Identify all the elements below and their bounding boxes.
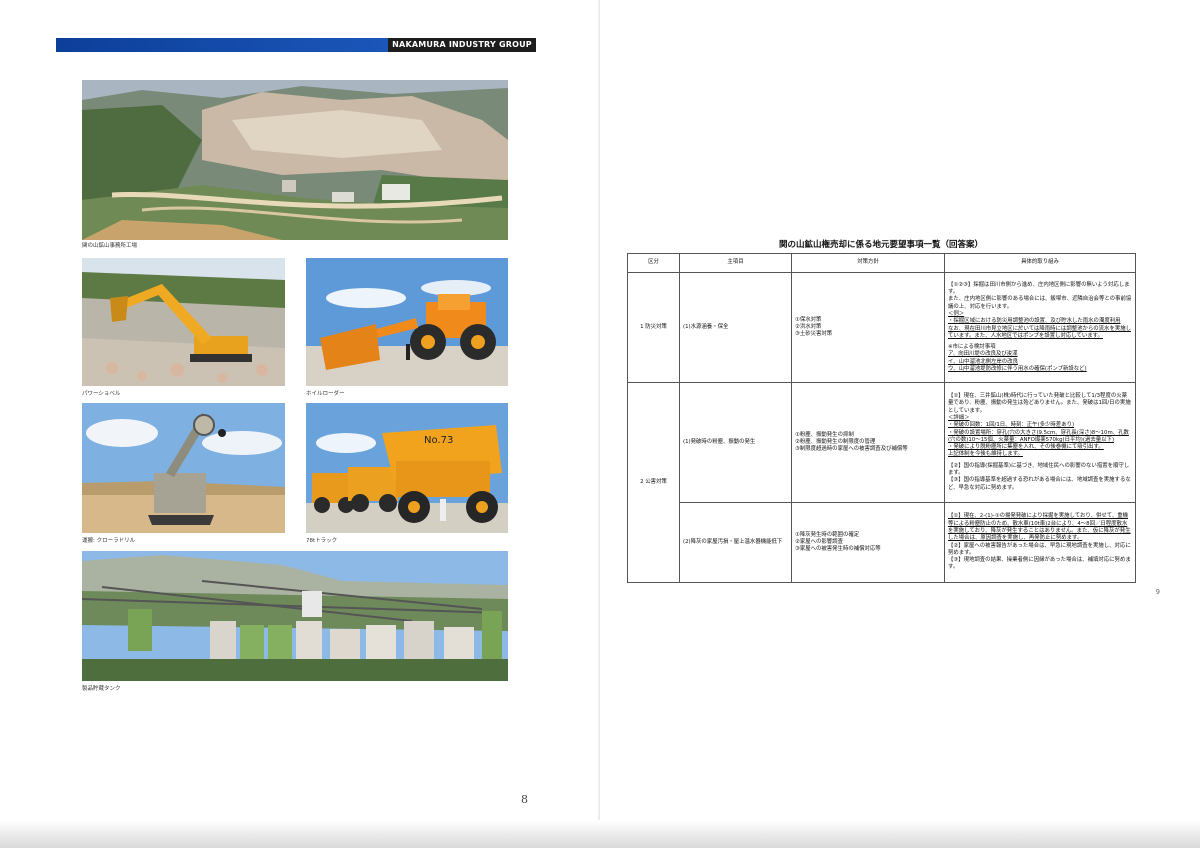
header-bar: NAKAMURA INDUSTRY GROUP	[56, 38, 536, 52]
table-row: 1 防災対策 (1)水源涵養・保全 ①保水対策 ②洪水対策 ③土砂災害対策 【①…	[627, 272, 1136, 383]
detail-cell: 【①】現在、2-(1)-①の揚発発破により採掘を実施しており、併せて、重機等によ…	[944, 502, 1136, 583]
photo-quarry-aerial	[82, 80, 508, 240]
page-bottom-shadow	[0, 820, 1200, 848]
policy-line: ①降灰発生時の範囲の確定	[795, 531, 860, 538]
group-name: NAKAMURA INDUSTRY GROUP	[388, 38, 536, 52]
detail-line: ・発破の回数：1回/1日、時刻：正午(多少時差あり)	[948, 422, 1075, 429]
policy-line: ③制限度超過時の家屋への被害調査及び補償等	[795, 446, 908, 453]
page-number-left: 8	[521, 793, 528, 806]
photo-dump-truck: No.73	[306, 403, 508, 533]
request-table: 区分 主項目 対策方針 具体的取り組み 1 防災対策 (1)水源涵養・保全 ①保…	[627, 253, 1136, 583]
photo-storage-tanks	[82, 551, 508, 681]
table-row: 2 公害対策 (1)発破時の粉塵、振動の発生 ①粉塵、振動発生の抑制 ②粉塵、振…	[627, 382, 1136, 583]
policy-line: ①粉塵、振動発生の抑制	[795, 431, 854, 438]
policy-line: ③土砂災害対策	[795, 331, 833, 338]
column-header: 対策方針	[791, 253, 945, 273]
photo-power-shovel	[82, 258, 285, 386]
policy-line: ③家屋への被害発生時の補償対応等	[795, 546, 881, 553]
detail-line: 上記体制を今後も維持します。	[948, 451, 1023, 458]
item-cell: (2)降灰の家屋汚損・屋上温水器機能低下	[679, 502, 792, 583]
photo-caption: ホイルローダー	[306, 391, 345, 397]
photo-caption: 78tトラック	[306, 538, 338, 544]
column-header: 区分	[627, 253, 680, 273]
detail-line: ア、向田川堤の改良及び浚渫	[948, 351, 1018, 358]
detail-line: 【①】現在、2-(1)-①の揚発発破により採掘を実施しており、併せて、重機等によ…	[948, 513, 1131, 542]
category-cell: 2 公害対策	[627, 382, 680, 583]
policy-cell: ①降灰発生時の範囲の確定 ②家屋への影響調査 ③家屋への被害発生時の補償対応等	[791, 502, 945, 583]
category-cell: 1 防災対策	[627, 272, 680, 383]
header-blue-band	[56, 38, 388, 52]
policy-line: ①保水対策	[795, 316, 822, 323]
detail-line: 【①】現在、三井鉱山(株)時代に行っていた発破と比較して1/3程度の火薬量であり…	[948, 393, 1131, 414]
detail-line: なお、現在田川市見立地区に於いては降雨時には調整池からの流水を実施しています。ま…	[948, 325, 1132, 339]
page-number-right: 9	[1156, 589, 1160, 596]
policy-cell: ①保水対策 ②洪水対策 ③土砂災害対策	[791, 272, 945, 383]
photo-caption: 製品貯蔵タンク	[82, 686, 121, 692]
detail-line: 【①②③】採掘は田川市側から進め、庄内地区側に影響の無いよう対応します。	[948, 281, 1130, 296]
left-page: NAKAMURA INDUSTRY GROUP 関の山鉱山事務所工場 パワーショ…	[0, 0, 600, 848]
detail-line: イ、山中溜池北側左岸の改良	[948, 358, 1018, 365]
detail-cell: 【①②③】採掘は田川市側から進め、庄内地区側に影響の無いよう対応します。 また、…	[944, 272, 1136, 383]
photo-caption: 運搬: クローラドリル	[82, 538, 136, 544]
item-cell: (1)発破時の粉塵、振動の発生	[679, 382, 792, 503]
policy-cell: ①粉塵、振動発生の抑制 ②粉塵、振動発生の制限度の管理 ③制限度超過時の家屋への…	[791, 382, 945, 503]
detail-line: 【③】現地調査の結果、操業者側に因縁があった場合は、補填対応に努めます。	[948, 557, 1131, 571]
photo-caption: 関の山鉱山事務所工場	[82, 243, 138, 249]
detail-line: 【②】国の指導(採掘基準)に基づき、地域住民への影響のない措置を順守します。	[948, 462, 1130, 477]
table-title: 関の山鉱山権売却に係る地元要望事項一覧（回答案）	[778, 240, 983, 250]
detail-line: ・採掘区域における防災用調整池の設置、及び貯水した雨水の濁度利用	[948, 318, 1121, 325]
detail-line: また、庄内地区側に影響のある場合には、飯塚市、近隣自治会等との事前協議の上、対応…	[948, 296, 1132, 310]
detail-line: ウ、山中溜池堤防改修に伴う用水の確保(ポンプ新設など)	[948, 365, 1087, 372]
column-header: 主項目	[679, 253, 792, 273]
svg-text:No.73: No.73	[424, 435, 453, 446]
photo-crawler-drill	[82, 403, 285, 533]
detail-line: 【②】家屋への被害報告があった場合は、早急に現地調査を実施し、対応に努めます。	[948, 542, 1131, 556]
table-header-row: 区分 主項目 対策方針 具体的取り組み	[627, 253, 1136, 273]
detail-cell: 【①】現在、三井鉱山(株)時代に行っていた発破と比較して1/3程度の火薬量であり…	[944, 382, 1136, 503]
item-cell: (1)水源涵養・保全	[679, 272, 792, 383]
detail-line: ・発破の設置場所：穿孔(穴の大きさ)9.5cm、穿孔長(深さ)8〜10m、孔数(…	[948, 429, 1129, 443]
table-row: (2)降灰の家屋汚損・屋上温水器機能低下 ①降灰発生時の範囲の確定 ②家屋への影…	[628, 502, 1136, 583]
photo-wheel-loader	[306, 258, 508, 386]
photo-caption: パワーショベル	[82, 391, 121, 397]
column-header: 具体的取り組み	[944, 253, 1136, 273]
detail-line: 【③】国の指導基準を超過する恐れがある場合には、地域調査を実施するなど、早急な対…	[948, 477, 1131, 491]
